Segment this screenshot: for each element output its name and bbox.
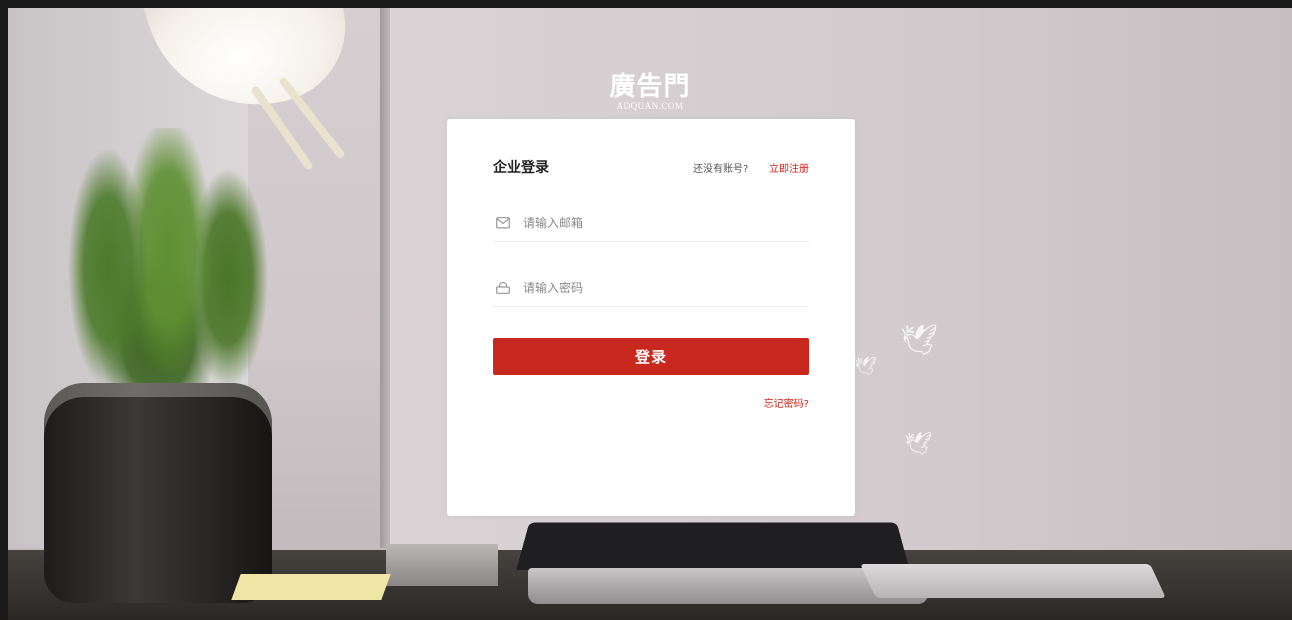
login-button[interactable]: 登录 xyxy=(493,338,809,375)
lock-icon xyxy=(496,282,510,294)
register-link[interactable]: 立即注册 xyxy=(769,160,809,175)
email-input[interactable] xyxy=(523,213,803,233)
jar-decoration xyxy=(44,383,272,603)
bird-icon: 🕊 xyxy=(904,432,932,457)
bird-icon: 🕊 xyxy=(854,356,877,377)
logo-mark: 廣告門 xyxy=(609,72,691,102)
mail-icon xyxy=(496,217,510,229)
keyboard-decoration xyxy=(860,564,1166,598)
speaker-decoration xyxy=(386,544,498,586)
login-title: 企业登录 xyxy=(493,160,549,176)
site-logo: 廣告門 ADQUAN.COM xyxy=(600,66,700,111)
laptop-decoration xyxy=(516,522,910,571)
password-input[interactable] xyxy=(523,278,803,298)
notepad-decoration xyxy=(231,574,391,600)
email-field xyxy=(493,205,809,242)
no-account-text: 还没有账号? xyxy=(693,164,749,175)
plant-decoration xyxy=(28,128,298,398)
background-door-frame xyxy=(380,8,390,548)
bird-icon: 🕊 xyxy=(900,323,939,358)
password-field xyxy=(493,270,809,307)
login-card: 企业登录 还没有账号? 立即注册 登录 忘记密码? xyxy=(447,119,855,516)
login-card-header: 企业登录 还没有账号? 立即注册 xyxy=(493,157,809,177)
forgot-password-link[interactable]: 忘记密码? xyxy=(764,395,809,410)
